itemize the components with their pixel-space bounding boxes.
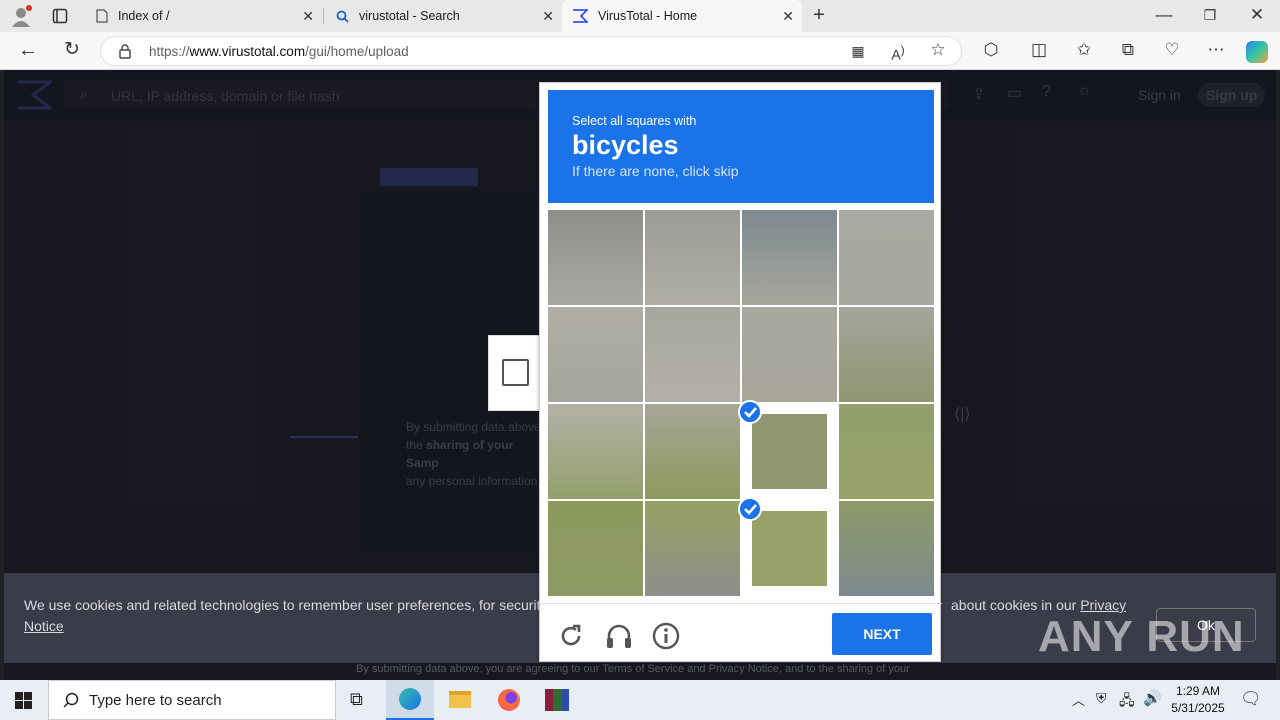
clock[interactable]: 1:29 AM 5/31/2025	[1164, 683, 1232, 717]
extensions-icon[interactable]: ⬡	[980, 40, 1002, 60]
privacy-link[interactable]: Privacy	[1080, 597, 1126, 613]
lock-icon	[119, 44, 131, 59]
network-icon[interactable]: 🖧	[1119, 690, 1135, 714]
captcha-tile[interactable]	[548, 307, 643, 402]
tab-title: virustotal - Search	[359, 9, 460, 23]
close-tab-icon[interactable]: ✕	[302, 8, 314, 25]
cookie-text-2: about cookies in our Privacy	[951, 597, 1127, 613]
firefox-icon[interactable]	[498, 689, 520, 711]
taskbar-search-placeholder: Type here to search	[89, 691, 222, 709]
taskbar: Type here to search ⧉ ︿ ⛨ 🖧 🔊 1:29 AM 5/…	[0, 680, 1280, 720]
close-window-icon[interactable]: ✕	[1246, 5, 1268, 25]
recaptcha-checkbox-frame	[488, 335, 544, 411]
minimize-icon[interactable]: —	[1153, 5, 1175, 25]
tile-selected-check-icon	[738, 400, 762, 424]
tab-search[interactable]: virustotal - Search ✕	[324, 0, 562, 32]
url-text: https://www.virustotal.com/gui/home/uplo…	[149, 44, 409, 59]
more-menu-icon[interactable]: ⋯	[1205, 40, 1227, 60]
captcha-tile[interactable]	[645, 501, 740, 596]
captcha-tile[interactable]	[738, 497, 837, 596]
challenge-hint: If there are none, click skip	[572, 163, 739, 179]
browser-essentials-icon[interactable]: ♡	[1161, 40, 1183, 60]
captcha-tile[interactable]	[839, 501, 934, 596]
notifications-center-icon[interactable]: 🗨	[1240, 689, 1262, 709]
challenge-header: Select all squares with bicycles If ther…	[548, 90, 934, 203]
captcha-tile[interactable]	[548, 210, 643, 305]
profile-icon[interactable]	[10, 5, 32, 27]
address-bar: ← ↻ https://www.virustotal.com/gui/home/…	[0, 32, 1280, 70]
challenge-footer: NEXT	[540, 603, 942, 663]
captcha-tile[interactable]	[742, 210, 837, 305]
challenge-target: bicycles	[572, 130, 679, 160]
volume-icon[interactable]: 🔊	[1143, 689, 1162, 707]
task-view-icon[interactable]: ⧉	[350, 689, 363, 710]
captcha-tile[interactable]	[839, 210, 934, 305]
favorites-icon[interactable]: ✩	[1073, 40, 1095, 60]
bottom-terms: By submitting data above, you are agreei…	[356, 663, 910, 675]
tab-actions-icon[interactable]	[52, 8, 68, 24]
captcha-tile[interactable]	[548, 501, 643, 596]
new-tab-icon[interactable]: +	[808, 5, 830, 25]
collections-icon[interactable]: ⧉	[1117, 40, 1139, 60]
reload-icon[interactable]	[558, 623, 584, 649]
cookie-text: We use cookies and related technologies …	[24, 597, 566, 613]
info-icon[interactable]	[652, 622, 680, 650]
app-available-icon[interactable]: ▦	[847, 41, 869, 61]
edge-taskbar-icon[interactable]	[386, 680, 434, 720]
security-tray-icon[interactable]: ⛨	[1096, 690, 1107, 707]
tray-overflow-icon[interactable]: ︿	[1072, 690, 1085, 709]
tab-strip: Index of / ✕ virustotal - Search ✕ Virus…	[0, 0, 1280, 32]
anyrun-watermark: ANY RUN	[1038, 612, 1245, 661]
tab-virustotal[interactable]: VirusTotal - Home ✕	[562, 0, 802, 32]
next-button[interactable]: NEXT	[832, 613, 932, 655]
recaptcha-challenge: Select all squares with bicycles If ther…	[539, 82, 942, 663]
notice-link[interactable]: Notice	[24, 618, 64, 634]
captcha-tile[interactable]	[645, 210, 740, 305]
search-icon	[336, 10, 349, 23]
tab-index[interactable]: Index of / ✕	[84, 0, 322, 32]
clock-date: 5/31/2025	[1171, 701, 1225, 715]
windows-start-icon[interactable]	[15, 692, 32, 709]
restore-icon[interactable]: ❐	[1199, 5, 1221, 25]
close-tab-icon[interactable]: ✕	[542, 8, 554, 25]
file-icon	[96, 9, 108, 23]
winrar-icon[interactable]	[545, 689, 569, 711]
recaptcha-checkbox[interactable]	[502, 359, 529, 386]
clock-time: 1:29 AM	[1175, 684, 1221, 698]
split-screen-icon[interactable]: ◫	[1028, 40, 1050, 60]
captcha-tile[interactable]	[645, 307, 740, 402]
captcha-tile[interactable]	[839, 307, 934, 402]
file-explorer-icon[interactable]	[449, 691, 471, 708]
captcha-tile[interactable]	[645, 404, 740, 499]
refresh-icon[interactable]: ↻	[61, 40, 83, 60]
read-aloud-icon[interactable]: A)	[887, 41, 909, 65]
back-icon[interactable]: ←	[17, 40, 39, 60]
captcha-tile[interactable]	[738, 400, 837, 499]
close-tab-icon[interactable]: ✕	[782, 8, 794, 25]
captcha-tile[interactable]	[839, 404, 934, 499]
tile-selected-check-icon	[738, 497, 762, 521]
tab-title: VirusTotal - Home	[598, 9, 698, 23]
challenge-instruction: Select all squares with	[572, 114, 697, 128]
url-field[interactable]: https://www.virustotal.com/gui/home/uplo…	[100, 36, 962, 66]
captcha-tile[interactable]	[742, 307, 837, 402]
audio-challenge-icon[interactable]	[605, 622, 633, 650]
search-icon	[63, 692, 79, 708]
captcha-tile[interactable]	[548, 404, 643, 499]
taskbar-search[interactable]: Type here to search	[48, 680, 336, 720]
favorite-star-icon[interactable]: ☆	[927, 40, 949, 60]
virustotal-icon	[573, 9, 588, 23]
copilot-icon[interactable]	[1246, 41, 1268, 63]
tab-title: Index of /	[118, 9, 170, 23]
tile-grid	[548, 210, 934, 596]
